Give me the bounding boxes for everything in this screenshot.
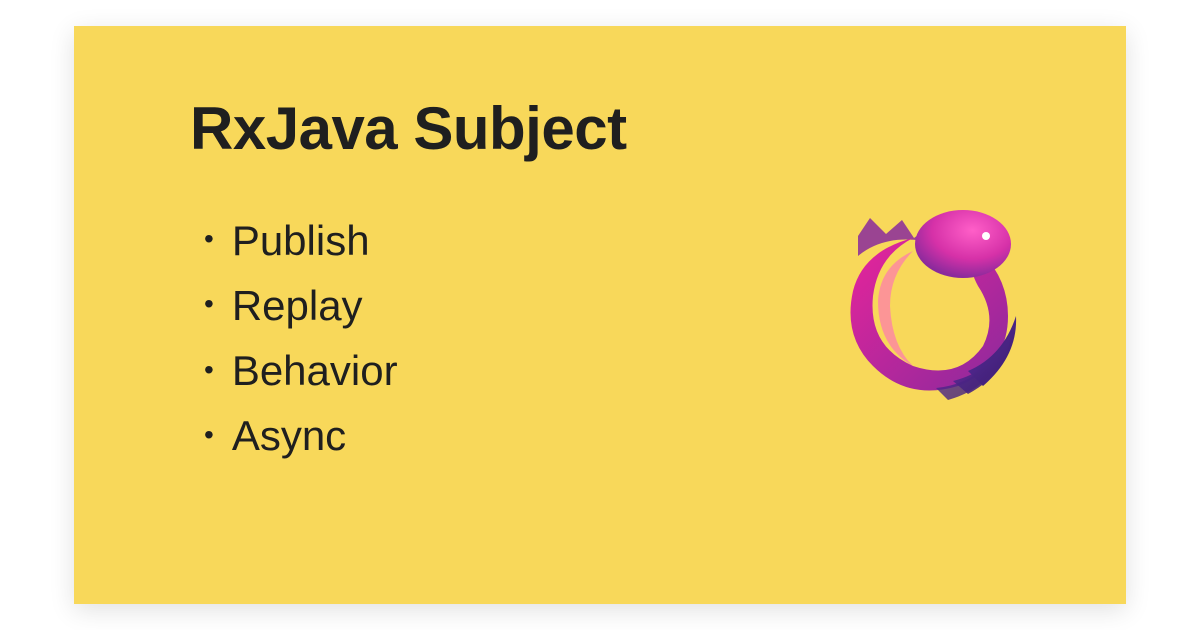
list-item: Replay	[204, 273, 398, 338]
list-item: Publish	[204, 208, 398, 273]
list-item: Behavior	[204, 338, 398, 403]
reactivex-logo-icon	[818, 196, 1028, 406]
slide-card: RxJava Subject Publish Replay Behavior A…	[74, 26, 1126, 604]
list-item: Async	[204, 403, 398, 468]
page-title: RxJava Subject	[190, 94, 627, 163]
subject-types-list: Publish Replay Behavior Async	[204, 208, 398, 468]
